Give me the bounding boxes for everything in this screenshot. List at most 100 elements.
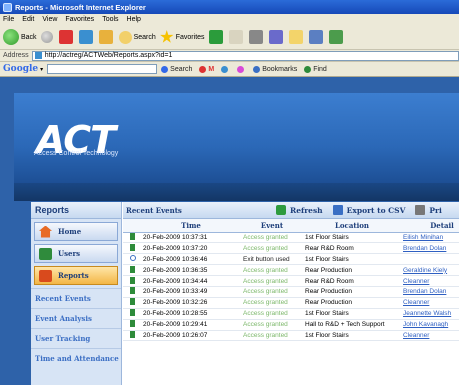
row-detail-link[interactable]: Cleanner bbox=[401, 330, 459, 342]
window-title-bar: Reports - Microsoft Internet Explorer bbox=[0, 0, 459, 14]
row-detail-link[interactable] bbox=[401, 253, 459, 266]
print-action[interactable]: Pri bbox=[415, 205, 442, 215]
folder-button[interactable] bbox=[288, 30, 305, 44]
forward-button[interactable] bbox=[40, 31, 55, 43]
web-page: ACT Access Control Technology Reports Ho… bbox=[0, 77, 459, 385]
row-detail-link[interactable]: Cleanner bbox=[401, 297, 459, 309]
edit-icon bbox=[268, 30, 283, 44]
row-detail-link[interactable]: Brendan Dolan bbox=[401, 286, 459, 298]
table-row[interactable]: 20-Feb-2009 10:28:55 Access granted 1st Fl… bbox=[123, 308, 459, 320]
refresh-action[interactable]: Refresh bbox=[276, 205, 323, 215]
favorites-button[interactable]: Favorites bbox=[160, 30, 205, 44]
row-time: 20-Feb-2009 10:34:44 bbox=[141, 275, 241, 287]
main-title: Recent Events bbox=[126, 205, 182, 215]
stop-icon bbox=[58, 30, 73, 44]
row-location: Rear Production bbox=[303, 297, 401, 309]
menu-help[interactable]: Help bbox=[127, 16, 141, 23]
google-share-button[interactable] bbox=[237, 65, 246, 73]
nav-strip bbox=[14, 183, 459, 201]
col-icon bbox=[123, 219, 141, 233]
google-dropdown-icon[interactable]: ▾ bbox=[40, 66, 43, 73]
table-header-row: Time Event Location Detail bbox=[123, 219, 459, 233]
table-row[interactable]: 20-Feb-2009 10:33:49 Access granted Rear P… bbox=[123, 286, 459, 298]
menu-favorites[interactable]: Favorites bbox=[65, 16, 94, 23]
favorites-star-icon bbox=[160, 30, 174, 43]
table-row[interactable]: 20-Feb-2009 10:37:20 Access granted Rear R… bbox=[123, 242, 459, 255]
row-detail-link[interactable]: Brendan Dolan bbox=[401, 242, 459, 255]
row-status-cell bbox=[123, 297, 141, 309]
row-time: 20-Feb-2009 10:37:31 bbox=[141, 232, 241, 244]
table-row[interactable]: 20-Feb-2009 10:26:07 Access granted 1st Fl… bbox=[123, 330, 459, 342]
table-row[interactable]: 20-Feb-2009 10:36:35 Access granted Rear P… bbox=[123, 264, 459, 277]
search-label: Search bbox=[133, 33, 156, 41]
google-search-button[interactable]: Search bbox=[161, 65, 192, 73]
search-icon bbox=[161, 65, 169, 73]
row-detail-link[interactable]: Cleanner bbox=[401, 275, 459, 287]
sidebar-reports-button[interactable]: Reports bbox=[34, 266, 118, 285]
menu-file[interactable]: File bbox=[3, 16, 14, 23]
mail-button[interactable] bbox=[228, 30, 245, 44]
research-button[interactable] bbox=[308, 30, 325, 44]
door-icon bbox=[130, 287, 135, 295]
home-button[interactable] bbox=[98, 30, 115, 44]
google-search-input[interactable] bbox=[47, 64, 158, 74]
sidebar-users-button[interactable]: Users bbox=[34, 244, 118, 263]
row-detail-link[interactable]: Eilish Minihan bbox=[401, 232, 459, 244]
row-detail-link[interactable]: Jeannette Walsh bbox=[401, 308, 459, 320]
col-time[interactable]: Time bbox=[141, 219, 241, 233]
export-csv-label: Export to CSV bbox=[346, 205, 406, 215]
page-icon bbox=[34, 52, 42, 59]
mail-icon bbox=[228, 30, 243, 44]
favorites-label: Favorites bbox=[175, 33, 205, 41]
gmail-button[interactable]: M bbox=[199, 65, 214, 73]
home-icon bbox=[98, 30, 113, 44]
sidebar-link-recent-events[interactable]: Recent Events bbox=[31, 288, 121, 308]
search-button[interactable]: Search bbox=[118, 30, 156, 44]
row-event: Access granted bbox=[241, 330, 303, 342]
table-row[interactable]: 20-Feb-2009 10:37:31 Access granted 1st Fl… bbox=[123, 232, 459, 244]
row-location: Rear R&D Room bbox=[303, 275, 401, 287]
sidebar-home-button[interactable]: Home bbox=[34, 222, 118, 241]
table-row[interactable]: 20-Feb-2009 10:32:26 Access granted Rear P… bbox=[123, 297, 459, 309]
ie-icon bbox=[3, 2, 12, 12]
refresh-button[interactable] bbox=[78, 30, 95, 44]
stop-button[interactable] bbox=[58, 30, 75, 44]
printer-icon bbox=[248, 30, 263, 44]
menu-view[interactable]: View bbox=[42, 16, 57, 23]
sidebar-home-label: Home bbox=[58, 227, 82, 236]
bookmarks-button[interactable]: Bookmarks bbox=[253, 65, 297, 73]
col-event[interactable]: Event bbox=[241, 219, 303, 233]
print-button[interactable] bbox=[248, 30, 265, 44]
menu-edit[interactable]: Edit bbox=[22, 16, 34, 23]
table-row[interactable]: 20-Feb-2009 10:36:46 Exit button used 1st … bbox=[123, 253, 459, 266]
row-detail-link[interactable]: John Kavanagh bbox=[401, 319, 459, 331]
sidebar-link-event-analysis[interactable]: Event Analysis bbox=[31, 308, 121, 328]
messenger-button[interactable] bbox=[328, 30, 345, 44]
refresh-label: Refresh bbox=[290, 205, 323, 215]
row-status-cell bbox=[123, 242, 141, 255]
col-location[interactable]: Location bbox=[303, 219, 401, 233]
home-icon bbox=[39, 225, 52, 238]
media-button[interactable] bbox=[208, 30, 225, 44]
google-plus-button[interactable] bbox=[221, 65, 230, 73]
events-table: Time Event Location Detail 20-Feb-2009 1… bbox=[123, 219, 459, 342]
row-detail-link[interactable]: Geraldine Kiely bbox=[401, 264, 459, 277]
row-location: 1st Floor Stairs bbox=[303, 330, 401, 342]
col-detail[interactable]: Detail bbox=[401, 219, 459, 233]
back-button[interactable]: Back bbox=[3, 29, 37, 45]
sidebar-link-time-attendance[interactable]: Time and Attendance bbox=[31, 348, 121, 368]
menu-tools[interactable]: Tools bbox=[102, 16, 118, 23]
export-csv-action[interactable]: Export to CSV bbox=[332, 205, 406, 215]
row-event: Access granted bbox=[241, 308, 303, 320]
find-button[interactable]: Find bbox=[304, 65, 327, 73]
table-row[interactable]: 20-Feb-2009 10:29:41 Access granted Hall t… bbox=[123, 319, 459, 331]
row-time: 20-Feb-2009 10:37:20 bbox=[141, 242, 241, 255]
table-row[interactable]: 20-Feb-2009 10:34:44 Access granted Rear R… bbox=[123, 275, 459, 287]
research-icon bbox=[308, 30, 323, 44]
sidebar-link-user-tracking[interactable]: User Tracking bbox=[31, 328, 121, 348]
address-input[interactable]: http://actreg/ACTWeb/Reports.aspx?id=1 bbox=[31, 50, 459, 61]
address-label: Address bbox=[3, 52, 29, 59]
sidebar-users-label: Users bbox=[58, 249, 81, 258]
address-url: http://actreg/ACTWeb/Reports.aspx?id=1 bbox=[44, 52, 173, 59]
edit-button[interactable] bbox=[268, 30, 285, 44]
